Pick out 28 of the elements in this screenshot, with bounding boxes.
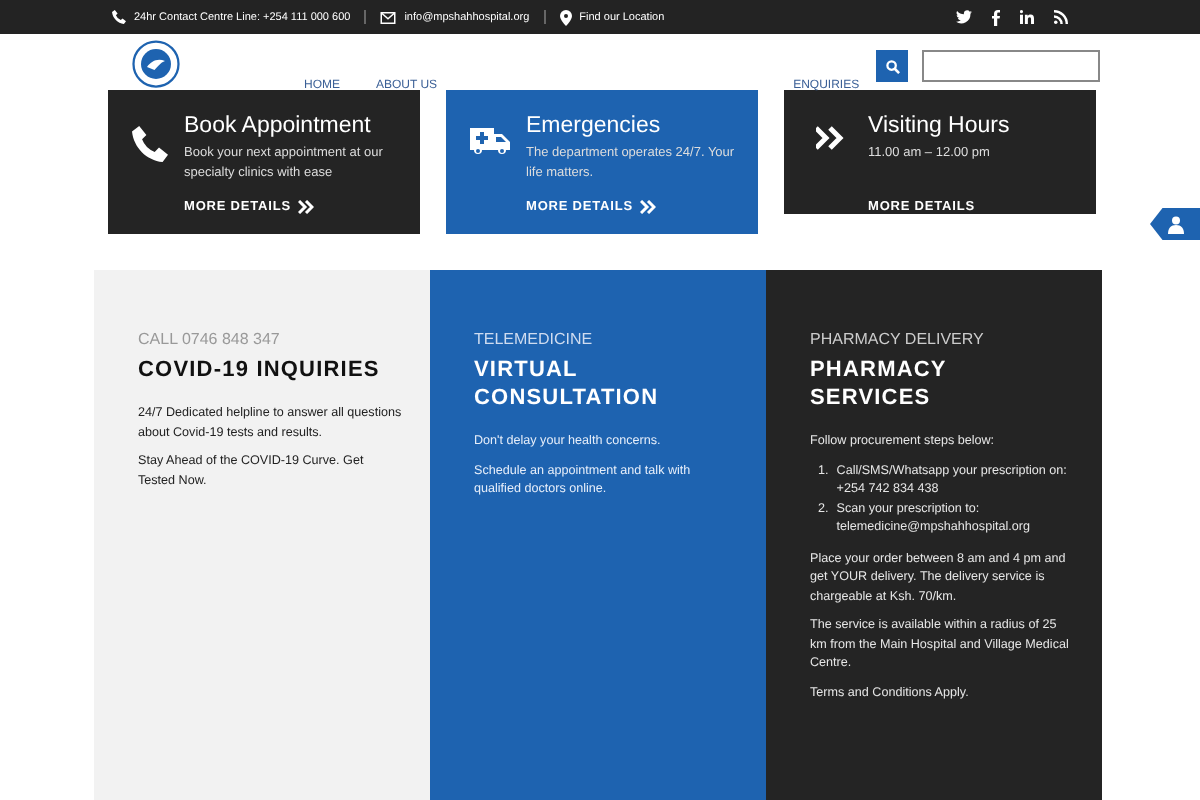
search-field[interactable]	[922, 50, 1100, 82]
mail-icon	[380, 11, 397, 23]
rss-icon[interactable]	[1054, 10, 1068, 24]
card-title: Book Appointment	[184, 114, 373, 138]
side-tab-button[interactable]	[1150, 208, 1200, 240]
section-title: VIRTUAL CONSULTATION	[474, 356, 661, 412]
card-title: Emergencies	[526, 114, 663, 138]
ambulance-icon	[470, 126, 510, 156]
card-title: Visiting Hours	[868, 114, 1010, 138]
search-button[interactable]	[876, 50, 908, 82]
double-chevron-icon	[640, 200, 657, 214]
search-icon	[885, 59, 899, 73]
section-title: PHARMACY SERVICES	[810, 356, 949, 412]
section-title: COVID-19 INQUIRIES	[138, 356, 382, 384]
location-pin-icon	[559, 9, 572, 25]
linkedin-icon[interactable]	[1020, 10, 1034, 24]
twitter-icon[interactable]	[956, 10, 972, 24]
section-eyebrow: TELEMEDICINE	[474, 330, 595, 348]
logo-emblem-icon	[132, 40, 180, 88]
section-eyebrow: CALL 0746 848 347	[138, 330, 282, 348]
phone-icon	[132, 126, 168, 162]
hospital-logo[interactable]	[132, 40, 180, 88]
double-chevron-icon	[298, 200, 315, 214]
section-eyebrow: PHARMACY DELIVERY	[810, 330, 986, 348]
double-chevron-icon	[816, 126, 844, 150]
person-icon	[1167, 215, 1183, 233]
facebook-icon[interactable]	[992, 9, 1000, 25]
phone-icon	[112, 10, 126, 24]
